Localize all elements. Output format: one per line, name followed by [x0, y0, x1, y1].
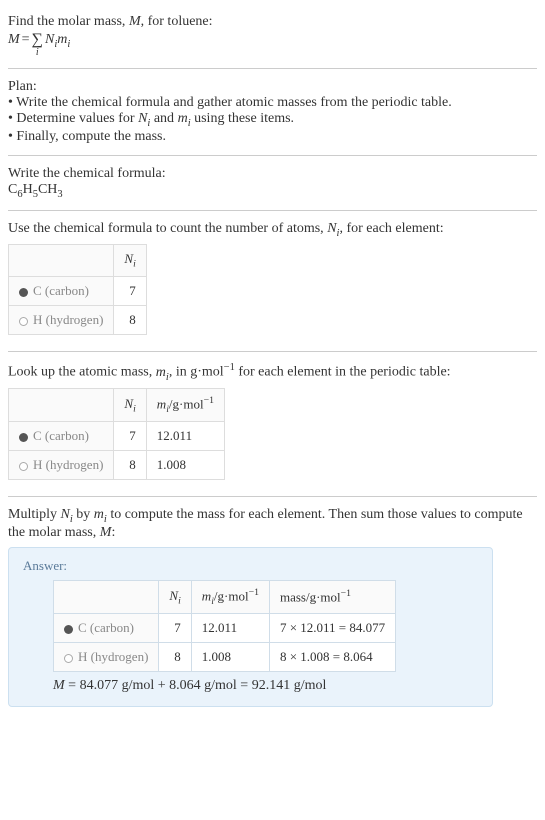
table-row: C (carbon) 7 12.011 7 × 12.011 = 84.077 — [54, 614, 396, 643]
molar-mass-equation: M = ∑ i Nimi — [8, 32, 537, 58]
header-Ni: Ni — [159, 581, 191, 614]
plan-section: Plan: • Write the chemical formula and g… — [8, 73, 537, 151]
m-cell: 12.011 — [146, 422, 224, 451]
empty-header — [9, 389, 114, 422]
multiply-text: Multiply Ni by mi to compute the mass fo… — [8, 507, 537, 541]
eq-Ni: Nimi — [45, 32, 70, 50]
m-cell: 12.011 — [191, 614, 269, 643]
eq-lhs: M — [8, 32, 20, 48]
empty-header — [54, 581, 159, 614]
final-answer: M = 84.077 g/mol + 8.064 g/mol = 92.141 … — [53, 678, 478, 694]
m-cell: 1.008 — [146, 451, 224, 480]
mass-cell: 8 × 1.008 = 8.064 — [269, 643, 395, 672]
intro-line: Find the molar mass, M, for toluene: — [8, 14, 537, 30]
header-Ni: Ni — [114, 389, 146, 422]
n-cell: 8 — [114, 451, 146, 480]
chem-heading: Write the chemical formula: — [8, 166, 537, 182]
m-cell: 1.008 — [191, 643, 269, 672]
multiply-section: Multiply Ni by mi to compute the mass fo… — [8, 501, 537, 713]
empty-header — [9, 245, 114, 277]
dot-icon — [19, 317, 28, 326]
answer-table: Ni mi/g·mol−1 mass/g·mol−1 C (carbon) 7 … — [53, 580, 396, 672]
divider — [8, 155, 537, 156]
chemical-formula: C6H5CH3 — [8, 182, 537, 200]
header-mass: mass/g·mol−1 — [269, 581, 395, 614]
element-cell: C (carbon) — [9, 276, 114, 305]
n-cell: 8 — [114, 305, 146, 334]
dot-icon — [64, 625, 73, 634]
sigma-icon: ∑ i — [32, 32, 43, 58]
divider — [8, 496, 537, 497]
count-section: Use the chemical formula to count the nu… — [8, 215, 537, 347]
element-cell: H (hydrogen) — [9, 305, 114, 334]
n-cell: 7 — [114, 276, 146, 305]
table-row: H (hydrogen) 8 1.008 — [9, 451, 225, 480]
dot-icon — [19, 462, 28, 471]
intro-text: Find the molar mass, — [8, 14, 129, 29]
table-header-row: Ni mi/g·mol−1 mass/g·mol−1 — [54, 581, 396, 614]
table-header-row: Ni — [9, 245, 147, 277]
divider — [8, 351, 537, 352]
table-header-row: Ni mi/g·mol−1 — [9, 389, 225, 422]
plan-bullet-2: • Determine values for Ni and mi using t… — [8, 111, 537, 129]
plan-bullet-1: • Write the chemical formula and gather … — [8, 95, 537, 111]
table-row: C (carbon) 7 12.011 — [9, 422, 225, 451]
chemical-formula-section: Write the chemical formula: C6H5CH3 — [8, 160, 537, 206]
element-cell: H (hydrogen) — [9, 451, 114, 480]
header-mi: mi/g·mol−1 — [146, 389, 224, 422]
n-cell: 7 — [159, 614, 191, 643]
eq-equals: = — [22, 32, 30, 48]
table-row: H (hydrogen) 8 — [9, 305, 147, 334]
plan-heading: Plan: — [8, 79, 537, 95]
mass-cell: 7 × 12.011 = 84.077 — [269, 614, 395, 643]
element-cell: C (carbon) — [54, 614, 159, 643]
answer-label: Answer: — [23, 558, 478, 574]
header-mi: mi/g·mol−1 — [191, 581, 269, 614]
n-cell: 7 — [114, 422, 146, 451]
count-heading: Use the chemical formula to count the nu… — [8, 221, 537, 239]
answer-box: Answer: Ni mi/g·mol−1 mass/g·mol−1 C (ca… — [8, 547, 493, 707]
count-table: Ni C (carbon) 7 H (hydrogen) 8 — [8, 244, 147, 335]
element-cell: C (carbon) — [9, 422, 114, 451]
intro-text-2: , for toluene: — [141, 14, 213, 29]
var-M: M — [129, 14, 141, 29]
n-cell: 8 — [159, 643, 191, 672]
table-row: H (hydrogen) 8 1.008 8 × 1.008 = 8.064 — [54, 643, 396, 672]
dot-icon — [64, 654, 73, 663]
dot-icon — [19, 288, 28, 297]
header-Ni: Ni — [114, 245, 146, 277]
mass-section: Look up the atomic mass, mi, in g·mol−1 … — [8, 356, 537, 492]
intro-section: Find the molar mass, M, for toluene: M =… — [8, 8, 537, 64]
mass-table: Ni mi/g·mol−1 C (carbon) 7 12.011 H (hyd… — [8, 388, 225, 480]
mass-heading: Look up the atomic mass, mi, in g·mol−1 … — [8, 362, 537, 382]
table-row: C (carbon) 7 — [9, 276, 147, 305]
divider — [8, 68, 537, 69]
plan-bullet-3: • Finally, compute the mass. — [8, 129, 537, 145]
element-cell: H (hydrogen) — [54, 643, 159, 672]
divider — [8, 210, 537, 211]
dot-icon — [19, 433, 28, 442]
